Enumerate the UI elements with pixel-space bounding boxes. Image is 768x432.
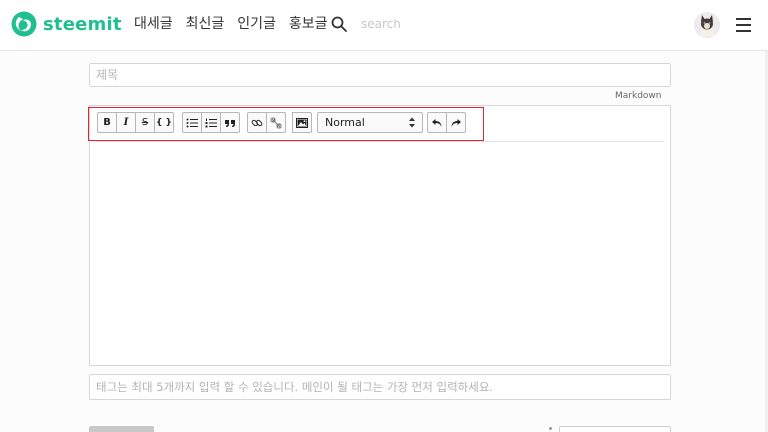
reward-option-select[interactable] <box>559 426 671 432</box>
main-nav: 대세글 최신글 인기글 홍보글 <box>134 15 341 33</box>
footer-dot <box>549 427 552 430</box>
post-button[interactable] <box>89 426 154 432</box>
markdown-toggle-link[interactable]: Markdown <box>615 91 661 101</box>
steemit-logo[interactable]: steemit <box>11 11 122 37</box>
toolbar-divider <box>96 141 664 142</box>
toolbar-highlight-box <box>88 107 484 141</box>
rich-text-editor[interactable] <box>89 105 671 366</box>
brand-name: steemit <box>43 13 122 35</box>
steemit-logo-icon <box>11 11 37 37</box>
cat-avatar-icon <box>694 12 720 38</box>
nav-item-new[interactable]: 최신글 <box>186 15 225 33</box>
nav-item-hot[interactable]: 인기글 <box>237 15 276 33</box>
user-avatar[interactable] <box>694 12 720 38</box>
nav-item-trending[interactable]: 대세글 <box>134 15 173 33</box>
hamburger-menu-icon[interactable] <box>736 18 751 32</box>
nav-item-promoted[interactable]: 홍보글 <box>289 15 328 33</box>
search-input[interactable] <box>357 13 477 35</box>
top-header: steemit 대세글 최신글 인기글 홍보글 <box>0 0 768 51</box>
post-title-input[interactable] <box>89 63 671 87</box>
search-icon[interactable] <box>331 16 347 32</box>
tags-input[interactable] <box>89 374 671 400</box>
